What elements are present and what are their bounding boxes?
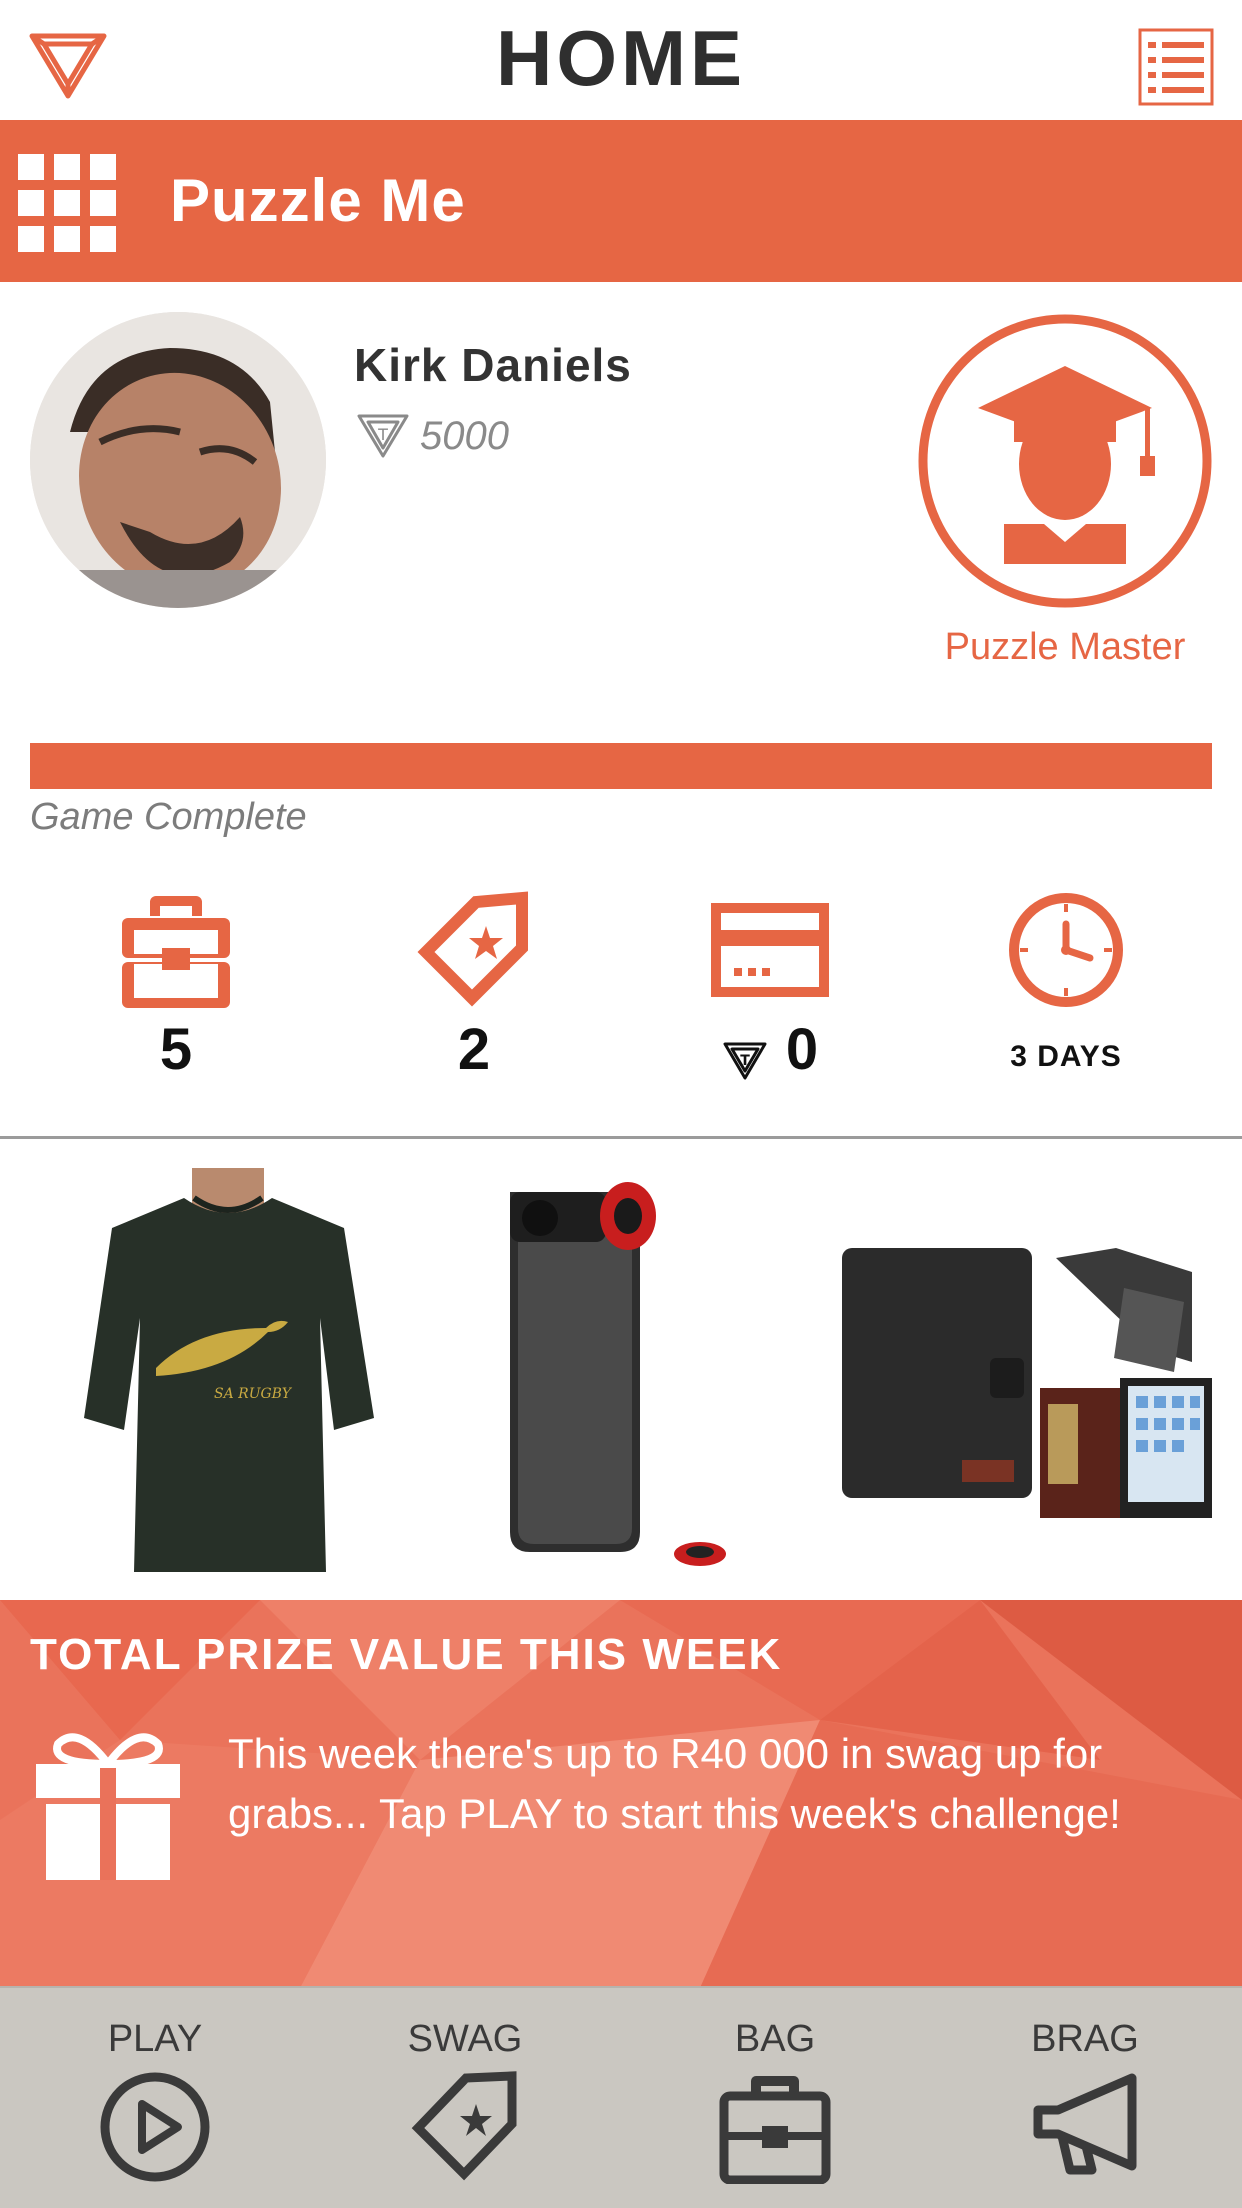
vector-triangle-logo-icon[interactable] <box>28 30 108 102</box>
bottom-nav: PLAY SWAG BAG BRAG <box>0 1986 1242 2208</box>
badge-label: Puzzle Master <box>944 626 1186 668</box>
progress-bar <box>30 743 1212 789</box>
phone-lens-product[interactable] <box>470 1168 770 1572</box>
stat-bag-value: 5 <box>159 1017 193 1082</box>
stat-swag[interactable]: 2 <box>324 890 624 1090</box>
top-bar: HOME <box>0 0 1242 120</box>
page-title: HOME <box>496 14 746 102</box>
play-icon <box>98 2070 212 2184</box>
nav-play-label: PLAY <box>107 2018 203 2060</box>
list-menu-icon[interactable] <box>1138 28 1214 106</box>
svg-text:T: T <box>740 1053 750 1069</box>
section-title: Puzzle Me <box>170 167 466 234</box>
product-carousel[interactable]: SA RUGBY <box>0 1168 1242 1572</box>
user-points: T 5000 <box>356 410 509 462</box>
tokens-icon: T <box>722 1029 768 1079</box>
stat-credit-value: 0 <box>785 1017 819 1082</box>
nav-swag-label: SWAG <box>407 2018 523 2060</box>
svg-text:T: T <box>377 425 388 444</box>
progress-fill <box>30 743 1212 789</box>
nav-play[interactable]: PLAY <box>0 1988 310 2208</box>
briefcase-icon <box>116 890 236 1010</box>
divider <box>0 1136 1242 1139</box>
stat-bag[interactable]: 5 <box>26 890 326 1090</box>
t-shirt-product[interactable]: SA RUGBY <box>44 1168 414 1572</box>
progress-label: Game Complete <box>30 796 307 838</box>
tag-star-icon <box>414 890 534 1010</box>
stat-credit-row: T 0 <box>620 1016 920 1083</box>
card-icon <box>710 890 830 1010</box>
graduate-icon[interactable] <box>916 312 1214 610</box>
megaphone-icon <box>1028 2070 1142 2184</box>
section-bar[interactable]: Puzzle Me <box>0 120 1242 282</box>
clock-icon <box>1006 890 1126 1010</box>
avatar[interactable] <box>30 312 326 608</box>
promo-title: TOTAL PRIZE VALUE THIS WEEK <box>30 1630 783 1679</box>
grid-icon <box>18 154 116 252</box>
stat-swag-value: 2 <box>457 1017 491 1082</box>
tablet-case-product[interactable] <box>834 1168 1224 1572</box>
briefcase-icon <box>718 2070 832 2185</box>
tag-star-icon <box>408 2070 522 2184</box>
product-print: SA RUGBY <box>214 1386 293 1402</box>
promo-banner[interactable]: TOTAL PRIZE VALUE THIS WEEK This week th… <box>0 1600 1242 1988</box>
stat-time[interactable]: 3 DAYS <box>916 890 1216 1090</box>
user-name: Kirk Daniels <box>354 339 632 391</box>
nav-swag[interactable]: SWAG <box>310 1988 620 2208</box>
points-value: 5000 <box>420 413 509 458</box>
gift-icon <box>36 1724 180 1880</box>
tokens-icon: T <box>356 412 410 460</box>
nav-brag-label: BRAG <box>1031 2018 1139 2060</box>
nav-bag[interactable]: BAG <box>620 1988 930 2208</box>
nav-brag[interactable]: BRAG <box>930 1988 1240 2208</box>
nav-bag-label: BAG <box>734 2018 816 2060</box>
stat-time-value: 3 DAYS <box>1010 1040 1122 1073</box>
promo-text: This week there's up to R40 000 in swag … <box>228 1730 1121 1837</box>
stat-credit[interactable]: T 0 <box>620 890 920 1090</box>
